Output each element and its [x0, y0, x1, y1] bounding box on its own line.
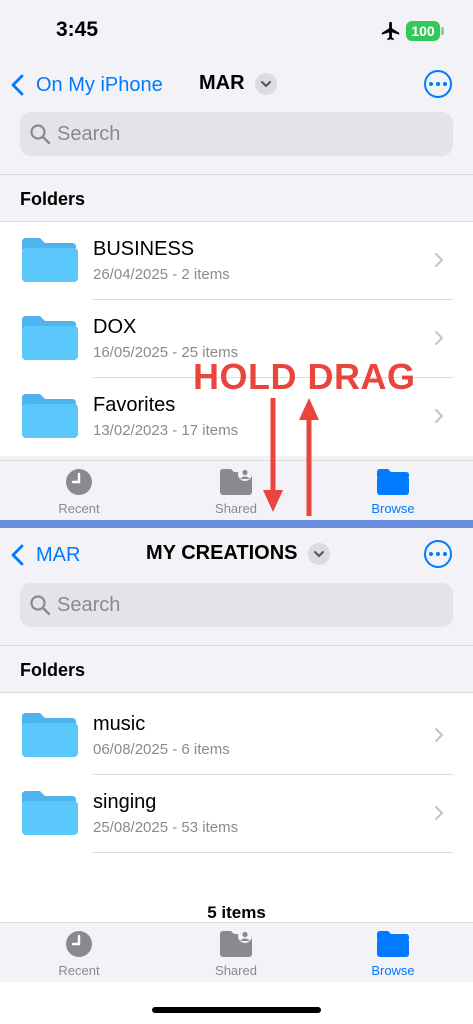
tab-browse[interactable]: Browse	[338, 929, 448, 978]
status-bar: 3:45 100	[0, 0, 473, 58]
chevron-down-icon	[307, 542, 330, 565]
search-input[interactable]	[57, 122, 437, 146]
more-dot	[443, 82, 447, 86]
page-title: MY CREATIONS	[146, 542, 298, 564]
folder-icon	[22, 316, 78, 360]
folder-icon	[22, 791, 78, 835]
back-button-mar[interactable]: MAR	[10, 540, 80, 570]
back-label: On My iPhone	[36, 73, 163, 96]
hold-drag-annotation: HOLD DRAG	[193, 356, 416, 397]
chevron-right-icon	[435, 253, 444, 267]
split-view-divider[interactable]	[0, 520, 473, 528]
more-dot	[436, 552, 440, 556]
battery-icon: 100	[406, 21, 440, 41]
folder-meta: 13/02/2023 - 17 items	[93, 422, 239, 439]
more-dot	[429, 552, 433, 556]
folder-name: Favorites	[93, 394, 176, 416]
back-button-on-my-iphone[interactable]: On My iPhone	[10, 70, 163, 100]
arrow-down-icon	[263, 398, 283, 512]
folder-name: DOX	[93, 316, 137, 338]
search-input[interactable]	[57, 593, 437, 617]
chevron-right-icon	[435, 806, 444, 820]
bottom-pane: MAR MY CREATIONS Folders music	[0, 528, 473, 991]
chevron-down-icon	[254, 72, 277, 95]
home-area	[0, 991, 473, 1024]
home-indicator[interactable]	[152, 1007, 321, 1013]
chevron-left-icon	[11, 544, 24, 566]
screen: 3:45 100 On My iPhone MAR Search Folders…	[0, 0, 473, 1024]
search-icon	[30, 124, 51, 145]
chevron-left-icon	[11, 74, 24, 96]
battery-tip	[441, 27, 444, 35]
chevron-right-icon	[435, 409, 444, 423]
folder-meta: 25/08/2025 - 53 items	[93, 819, 239, 836]
section-header: Folders	[0, 645, 473, 693]
folder-title-menu[interactable]: MAR	[199, 72, 277, 95]
bottom-tab-bar: Recent Shared Browse	[0, 922, 473, 982]
shared-folder-icon	[220, 467, 252, 495]
folder-list: BUSINESS 26/04/2025 - 2 items DOX 16/05/…	[0, 222, 473, 456]
folder-icon	[22, 713, 78, 757]
arrow-up-icon	[299, 398, 319, 516]
back-label: MAR	[36, 543, 81, 566]
folder-name: BUSINESS	[93, 238, 195, 260]
more-dot	[436, 82, 440, 86]
folder-name: music	[93, 713, 146, 735]
search-icon	[30, 595, 51, 616]
section-header-label: Folders	[20, 189, 86, 209]
tab-browse[interactable]: Browse	[338, 467, 448, 516]
clock-icon	[66, 931, 92, 957]
page-title: MAR	[199, 72, 245, 94]
item-count: 5 items	[207, 903, 266, 922]
top-tab-bar: Recent Shared Browse	[0, 460, 473, 520]
folder-list: music 06/08/2025 - 6 items singing 25/08…	[0, 697, 473, 853]
folder-meta: 26/04/2025 - 2 items	[93, 266, 230, 283]
tab-recent[interactable]: Recent	[24, 929, 134, 978]
folder-icon	[377, 931, 409, 957]
shared-folder-icon	[220, 929, 252, 957]
folder-row-singing[interactable]: singing 25/08/2025 - 53 items	[0, 775, 473, 853]
tab-label: Browse	[371, 501, 415, 516]
tab-label: Recent	[58, 501, 100, 516]
tab-label: Shared	[215, 963, 257, 978]
chevron-right-icon	[435, 728, 444, 742]
search-bar[interactable]	[20, 583, 453, 627]
more-dot	[429, 82, 433, 86]
tab-label: Recent	[58, 963, 100, 978]
section-header: Folders	[0, 174, 473, 222]
clock-icon	[66, 469, 92, 495]
airplane-mode-icon	[381, 21, 400, 41]
search-bar[interactable]	[20, 112, 453, 156]
folder-icon	[22, 238, 78, 282]
bottom-nav-bar: MAR MY CREATIONS	[0, 528, 473, 646]
folder-icon	[22, 394, 78, 438]
tab-shared[interactable]: Shared	[181, 929, 291, 978]
tab-label: Browse	[371, 963, 415, 978]
folder-icon	[377, 469, 409, 495]
folder-title-menu[interactable]: MY CREATIONS	[146, 542, 330, 565]
section-header-label: Folders	[20, 660, 86, 680]
folder-meta: 06/08/2025 - 6 items	[93, 741, 230, 758]
top-pane: On My iPhone MAR Folders BUSINESS	[0, 58, 473, 520]
chevron-right-icon	[435, 331, 444, 345]
folder-row-music[interactable]: music 06/08/2025 - 6 items	[0, 697, 473, 775]
folder-name: singing	[93, 791, 157, 813]
top-nav-bar: On My iPhone MAR	[0, 58, 473, 174]
tab-recent[interactable]: Recent	[24, 467, 134, 516]
more-options-button[interactable]	[424, 70, 452, 98]
status-time: 3:45	[56, 18, 99, 41]
folder-row-business[interactable]: BUSINESS 26/04/2025 - 2 items	[0, 222, 473, 300]
more-dot	[443, 552, 447, 556]
row-separator	[93, 852, 453, 853]
more-options-button[interactable]	[424, 540, 452, 568]
